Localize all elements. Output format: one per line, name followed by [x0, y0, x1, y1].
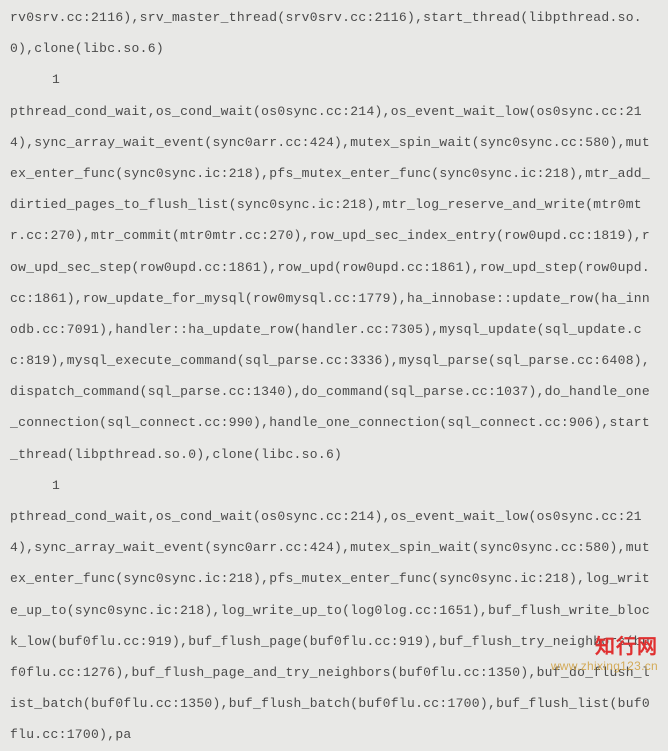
thread-count: 1 — [10, 470, 658, 501]
thread-count: 1 — [10, 64, 658, 95]
stack-trace: pthread_cond_wait,os_cond_wait(os0sync.c… — [10, 96, 658, 470]
stack-trace: rv0srv.cc:2116),srv_master_thread(srv0sr… — [10, 2, 658, 64]
code-content: rv0srv.cc:2116),srv_master_thread(srv0sr… — [10, 2, 658, 751]
stack-trace: pthread_cond_wait,os_cond_wait(os0sync.c… — [10, 501, 658, 751]
